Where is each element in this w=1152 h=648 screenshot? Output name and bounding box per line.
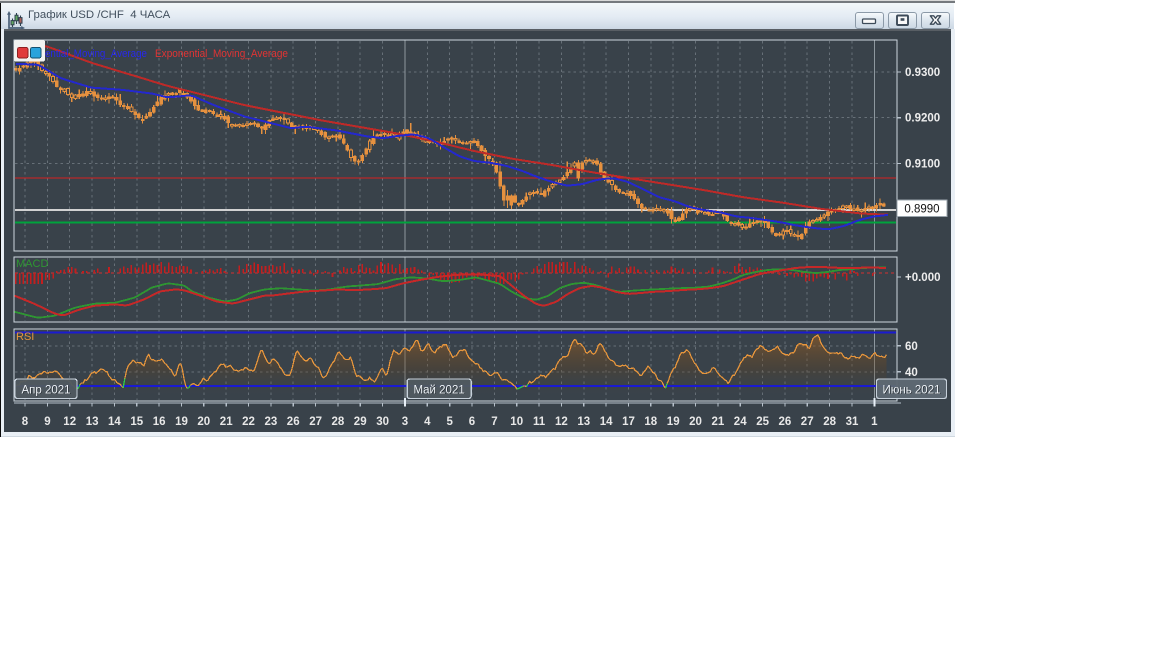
svg-text:10: 10: [510, 416, 523, 428]
svg-text:21: 21: [220, 416, 233, 428]
svg-text:12: 12: [63, 416, 76, 428]
svg-text:8: 8: [22, 416, 29, 428]
svg-text:14: 14: [108, 416, 121, 428]
svg-text:+0.000: +0.000: [905, 272, 941, 284]
svg-text:27: 27: [309, 416, 322, 428]
svg-text:17: 17: [622, 416, 635, 428]
svg-text:13: 13: [86, 416, 99, 428]
svg-text:1: 1: [871, 416, 878, 428]
svg-text:29: 29: [354, 416, 367, 428]
svg-text:ential_Moving_Average: ential_Moving_Average: [45, 48, 147, 60]
svg-text:0.9100: 0.9100: [905, 158, 940, 170]
svg-text:MACD: MACD: [16, 258, 48, 270]
svg-text:13: 13: [577, 416, 590, 428]
svg-text:3: 3: [402, 416, 408, 428]
svg-text:4: 4: [424, 416, 431, 428]
svg-text:20: 20: [197, 416, 210, 428]
svg-text:Апр 2021: Апр 2021: [21, 384, 70, 396]
svg-text:19: 19: [175, 416, 188, 428]
svg-text:9: 9: [44, 416, 50, 428]
svg-text:24: 24: [734, 416, 747, 428]
svg-text:11: 11: [533, 416, 546, 428]
svg-text:6: 6: [469, 416, 475, 428]
svg-text:25: 25: [756, 416, 769, 428]
svg-text:28: 28: [823, 416, 836, 428]
svg-text:30: 30: [376, 416, 389, 428]
svg-text:19: 19: [667, 416, 680, 428]
svg-text:26: 26: [779, 416, 792, 428]
svg-text:28: 28: [332, 416, 345, 428]
svg-text:15: 15: [130, 416, 143, 428]
svg-text:0.8990: 0.8990: [904, 204, 939, 216]
svg-text:31: 31: [846, 416, 859, 428]
svg-text:Май 2021: Май 2021: [413, 384, 464, 396]
svg-text:21: 21: [712, 416, 725, 428]
svg-text:RSI: RSI: [16, 331, 34, 343]
svg-text:60: 60: [905, 341, 918, 353]
svg-text:5: 5: [446, 416, 453, 428]
svg-text:Exponential_Moving_Average: Exponential_Moving_Average: [155, 48, 288, 60]
svg-text:Июнь 2021: Июнь 2021: [882, 384, 940, 396]
svg-text:0.9200: 0.9200: [905, 113, 940, 125]
svg-text:14: 14: [600, 416, 613, 428]
svg-text:7: 7: [491, 416, 497, 428]
svg-text:16: 16: [153, 416, 166, 428]
svg-text:20: 20: [689, 416, 702, 428]
svg-text:23: 23: [265, 416, 278, 428]
svg-text:22: 22: [242, 416, 255, 428]
svg-text:26: 26: [287, 416, 300, 428]
svg-text:27: 27: [801, 416, 814, 428]
svg-text:0.9300: 0.9300: [905, 67, 940, 79]
svg-text:12: 12: [555, 416, 568, 428]
svg-text:18: 18: [644, 416, 657, 428]
svg-text:40: 40: [905, 367, 918, 379]
